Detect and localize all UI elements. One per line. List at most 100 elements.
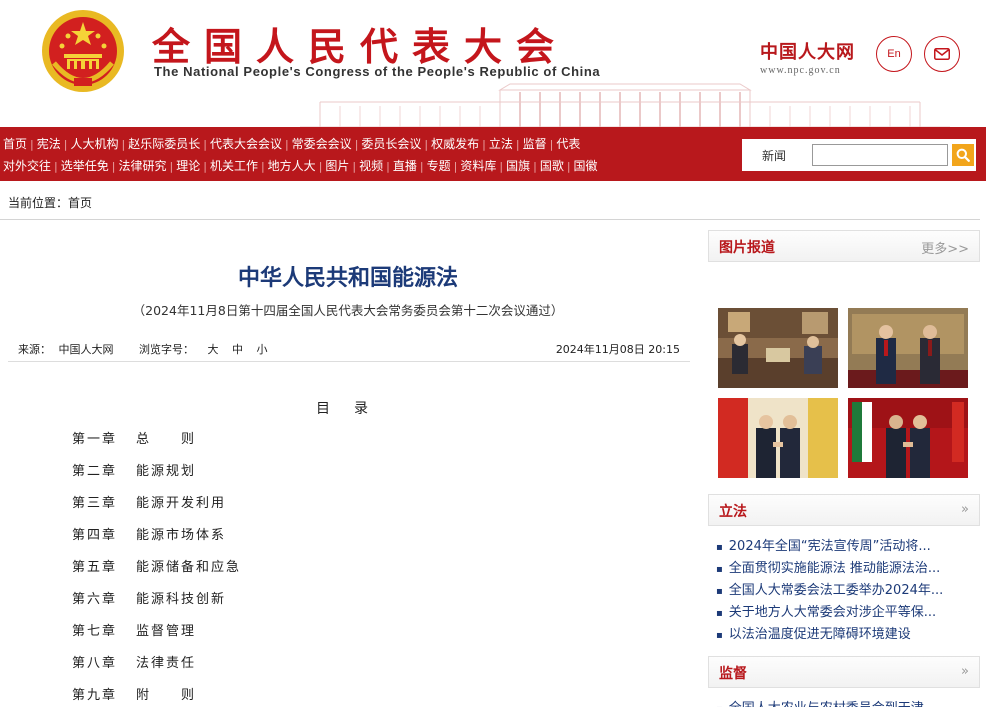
site-title-cn: 全国人民代表大会 xyxy=(152,24,569,69)
toc-item[interactable]: 第九章 附 则 xyxy=(72,685,241,707)
nav-link[interactable]: 对外交往 xyxy=(0,155,54,177)
toc-chapter-name: 能源规划 xyxy=(136,464,197,479)
news-list-item[interactable]: ▪ 2024年全国“宪法宣传周”活动将... xyxy=(716,536,980,558)
nav-link[interactable]: 宪法 xyxy=(34,133,64,155)
mail-button[interactable] xyxy=(924,36,960,72)
toc-item[interactable]: 第五章 能源储备和应急 xyxy=(72,557,241,589)
toc-chapter-number: 第七章 xyxy=(72,624,118,639)
nav-row-secondary: 对外交往 | 选举任免 | 法律研究 | 理论 | 机关工作 | 地方人大 | 图片 | 视频 | 直播 | 专题 |… xyxy=(0,155,720,177)
photo-handshake-red-backdrop[interactable] xyxy=(848,398,968,478)
toc-chapter-number: 第三章 xyxy=(72,496,118,511)
nav-link[interactable]: 首页 xyxy=(0,133,30,155)
legislation-news-list: ▪ 2024年全国“宪法宣传周”活动将... ▪ 全面贯彻实施能源法 推动能源法治..… xyxy=(708,526,980,646)
bullet-icon: ▪ xyxy=(716,608,723,619)
legislation-title: 立法 xyxy=(719,504,747,520)
news-list-item[interactable]: ▪全国人大农业与农村委员会到天津... xyxy=(716,698,980,707)
news-headline: 全国人大常委会法工委举办2024年... xyxy=(728,583,944,598)
english-version-button[interactable]: En xyxy=(876,36,912,72)
toc-item[interactable]: 第一章 总 则 xyxy=(72,429,241,461)
nav-link[interactable]: 地方人大 xyxy=(265,155,319,177)
nav-link[interactable]: 赵乐际委员长 xyxy=(125,133,203,155)
nav-link[interactable]: 常委会会议 xyxy=(289,133,355,155)
article-meta: 来源： 中国人大网 浏览字号： 大 中 小 2024年11月08日 20:15 xyxy=(8,336,690,362)
font-size-medium-link[interactable]: 中 xyxy=(232,343,243,356)
npc-site-logo[interactable]: 中国人大网 www.npc.gov.cn xyxy=(760,38,855,76)
search-button[interactable] xyxy=(952,144,974,166)
toc-chapter-name: 能源储备和应急 xyxy=(136,560,242,575)
font-size-small-link[interactable]: 小 xyxy=(257,343,268,356)
news-list-item[interactable]: ▪ 全面贯彻实施能源法 推动能源法治... xyxy=(716,558,980,580)
nav-link[interactable]: 资料库 xyxy=(457,155,499,177)
national-emblem-icon[interactable] xyxy=(40,8,126,94)
toc-chapter-number: 第五章 xyxy=(72,560,118,575)
photo-handshake-flags[interactable] xyxy=(718,398,838,478)
source-value: 中国人大网 xyxy=(58,343,114,356)
font-size-large-link[interactable]: 大 xyxy=(208,343,219,356)
nav-link[interactable]: 理论 xyxy=(173,155,203,177)
nav-link[interactable]: 图片 xyxy=(322,155,352,177)
toc-chapter-number: 第一章 xyxy=(72,432,118,447)
supervision-more-link[interactable]: » xyxy=(961,664,969,679)
nav-link[interactable]: 专题 xyxy=(424,155,454,177)
search-input[interactable] xyxy=(812,144,948,166)
table-of-contents: 第一章 总 则第二章 能源规划第三章 能源开发利用第四章 能源市场体系第五章 能源储备和应… xyxy=(72,429,241,707)
photo-report-header: 图片报道 更多>> xyxy=(708,230,980,262)
npc-logo-url: www.npc.gov.cn xyxy=(760,65,841,76)
bullet-icon: ▪ xyxy=(716,564,723,575)
nav-link[interactable]: 代表 xyxy=(553,133,583,155)
search-box: 新闻 xyxy=(742,139,976,171)
news-list-item[interactable]: ▪ 以法治温度促进无障碍环境建设 xyxy=(716,624,980,646)
supervision-header: 监督 » xyxy=(708,656,980,688)
nav-link[interactable]: 国歌 xyxy=(537,155,567,177)
npc-logo-text: 中国人大网 xyxy=(760,42,855,63)
bullet-icon: ▪ xyxy=(716,542,723,553)
news-headline: 2024年全国“宪法宣传周”活动将... xyxy=(728,539,931,554)
toc-chapter-name: 总 则 xyxy=(136,432,197,447)
font-size-label: 浏览字号： xyxy=(139,343,194,356)
nav-link[interactable]: 委员长会议 xyxy=(358,133,424,155)
nav-link[interactable]: 法律研究 xyxy=(115,155,169,177)
toc-chapter-number: 第六章 xyxy=(72,592,118,607)
nav-link[interactable]: 权威发布 xyxy=(428,133,482,155)
news-headline: 关于地方人大常委会对涉企平等保... xyxy=(728,605,937,620)
main-navigation: 首页 | 宪法 | 人大机构 | 赵乐际委员长 | 代表大会会议 | 常委会会议 | 委员长会议 | 权威发… xyxy=(0,127,986,181)
toc-chapter-name: 法律责任 xyxy=(136,656,197,671)
toc-item[interactable]: 第二章 能源规划 xyxy=(72,461,241,493)
photo-meeting-sofa[interactable] xyxy=(718,308,838,388)
nav-link[interactable]: 人大机构 xyxy=(67,133,121,155)
nav-link[interactable]: 视频 xyxy=(356,155,386,177)
news-list-item[interactable]: ▪ 全国人大常委会法工委举办2024年... xyxy=(716,580,980,602)
toc-item[interactable]: 第七章 监督管理 xyxy=(72,621,241,653)
toc-item[interactable]: 第四章 能源市场体系 xyxy=(72,525,241,557)
search-category-label[interactable]: 新闻 xyxy=(750,147,812,164)
nav-link[interactable]: 直播 xyxy=(390,155,420,177)
search-icon xyxy=(956,148,970,162)
toc-item[interactable]: 第六章 能源科技创新 xyxy=(72,589,241,621)
nav-link[interactable]: 机关工作 xyxy=(207,155,261,177)
toc-chapter-name: 能源科技创新 xyxy=(136,592,227,607)
legislation-header: 立法 » xyxy=(708,494,980,526)
article-subtitle: （2024年11月8日第十四届全国人民代表大会常务委员会第十二次会议通过） xyxy=(132,303,564,318)
nav-link[interactable]: 选举任免 xyxy=(58,155,112,177)
toc-chapter-number: 第四章 xyxy=(72,528,118,543)
news-headline: 全面贯彻实施能源法 推动能源法治... xyxy=(728,561,941,576)
news-list-item[interactable]: ▪ 关于地方人大常委会对涉企平等保... xyxy=(716,602,980,624)
nav-link[interactable]: 监督 xyxy=(520,133,550,155)
bullet-icon: ▪ xyxy=(716,630,723,641)
photo-two-officials-tapestry[interactable] xyxy=(848,308,968,388)
toc-chapter-name: 能源开发利用 xyxy=(136,496,227,511)
photo-report-more-link[interactable]: 更多>> xyxy=(921,238,969,257)
photo-grid xyxy=(708,262,980,478)
nav-link[interactable]: 国旗 xyxy=(503,155,533,177)
bullet-icon: ▪ xyxy=(716,586,723,597)
toc-item[interactable]: 第八章 法律责任 xyxy=(72,653,241,685)
toc-chapter-number: 第九章 xyxy=(72,688,118,703)
nav-link[interactable]: 国徽 xyxy=(571,155,601,177)
great-hall-illustration xyxy=(300,83,950,127)
breadcrumb: 当前位置：首页 xyxy=(8,196,93,210)
legislation-more-link[interactable]: » xyxy=(961,502,969,517)
nav-link[interactable]: 代表大会会议 xyxy=(207,133,285,155)
photo-report-title: 图片报道 xyxy=(719,240,775,256)
nav-link[interactable]: 立法 xyxy=(486,133,516,155)
toc-item[interactable]: 第三章 能源开发利用 xyxy=(72,493,241,525)
